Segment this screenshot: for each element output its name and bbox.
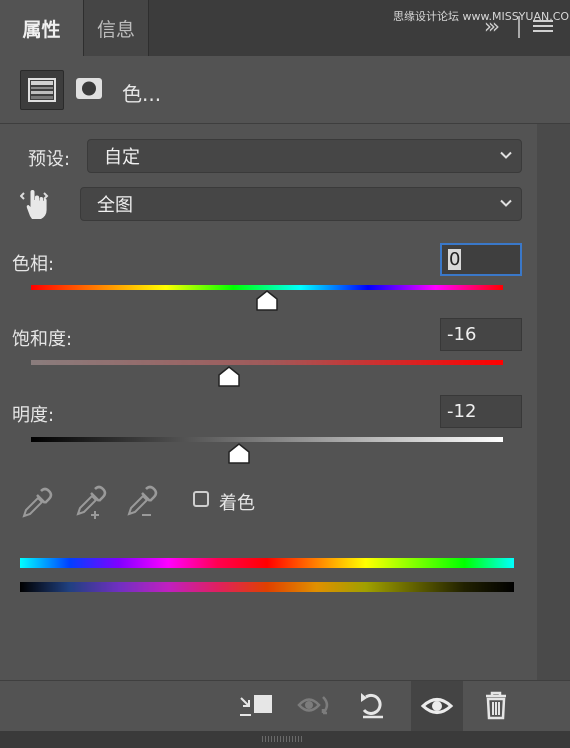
colorize-label[interactable]: 着色 — [219, 489, 255, 515]
header-divider — [0, 123, 570, 124]
saturation-slider-track[interactable] — [31, 360, 503, 365]
lightness-value-text: -12 — [447, 401, 477, 422]
lightness-value-field[interactable]: -12 — [440, 395, 522, 428]
delete-adjustment-button[interactable] — [476, 688, 516, 722]
resize-grip-icon[interactable] — [262, 736, 302, 742]
collapse-panel-icon[interactable]: ››› — [484, 14, 500, 38]
clip-to-layer-icon — [240, 695, 272, 716]
panel-scrollbar[interactable] — [537, 124, 570, 680]
input-color-spectrum-bar — [20, 558, 514, 568]
layer-mask-icon[interactable] — [71, 70, 107, 108]
preset-dropdown[interactable]: 自定 — [87, 139, 522, 173]
saturation-value-field[interactable]: -16 — [440, 318, 522, 351]
saturation-slider-thumb[interactable] — [217, 366, 241, 388]
clip-to-layer-button[interactable] — [237, 688, 277, 722]
hue-slider-thumb[interactable] — [255, 290, 279, 312]
hue-saturation-adjustment-icon[interactable] — [20, 70, 64, 110]
eyedropper-plus-icon[interactable] — [74, 484, 108, 520]
colorize-checkbox[interactable] — [193, 491, 209, 507]
saturation-label: 饱和度: — [12, 329, 73, 350]
tab-info[interactable]: 信息 — [83, 0, 149, 56]
adjustment-title: 色... — [122, 82, 162, 106]
visibility-eye-icon — [420, 698, 454, 714]
preset-label: 预设: — [28, 149, 71, 170]
eyedropper-minus-icon[interactable] — [125, 484, 159, 520]
tab-properties[interactable]: 属性 — [0, 0, 83, 56]
chevron-down-icon — [500, 199, 512, 207]
targeted-adjustment-hand-icon[interactable] — [19, 186, 54, 222]
eyedropper-icon[interactable] — [20, 484, 54, 520]
color-range-dropdown[interactable]: 全图 — [80, 187, 522, 221]
lightness-label: 明度: — [12, 405, 55, 426]
lightness-slider-thumb[interactable] — [227, 443, 251, 465]
lightness-slider-track[interactable] — [31, 437, 503, 442]
hue-label: 色相: — [12, 254, 55, 275]
toggle-visibility-button[interactable] — [411, 681, 463, 731]
saturation-value-text: -16 — [447, 324, 477, 345]
preset-value: 自定 — [104, 147, 140, 168]
reset-button[interactable] — [353, 688, 393, 722]
view-previous-state-button[interactable] — [296, 688, 336, 722]
hue-value-field[interactable]: 0 — [440, 243, 522, 276]
tab-bar-divider — [518, 16, 520, 38]
trash-icon — [486, 691, 506, 720]
range-value: 全图 — [97, 195, 133, 216]
chevron-down-icon — [500, 151, 512, 159]
reset-icon — [361, 693, 383, 719]
output-color-spectrum-bar — [20, 582, 514, 592]
hue-value-text: 0 — [448, 249, 462, 270]
view-previous-state-icon — [297, 696, 329, 715]
panel-menu-icon[interactable] — [533, 20, 553, 35]
